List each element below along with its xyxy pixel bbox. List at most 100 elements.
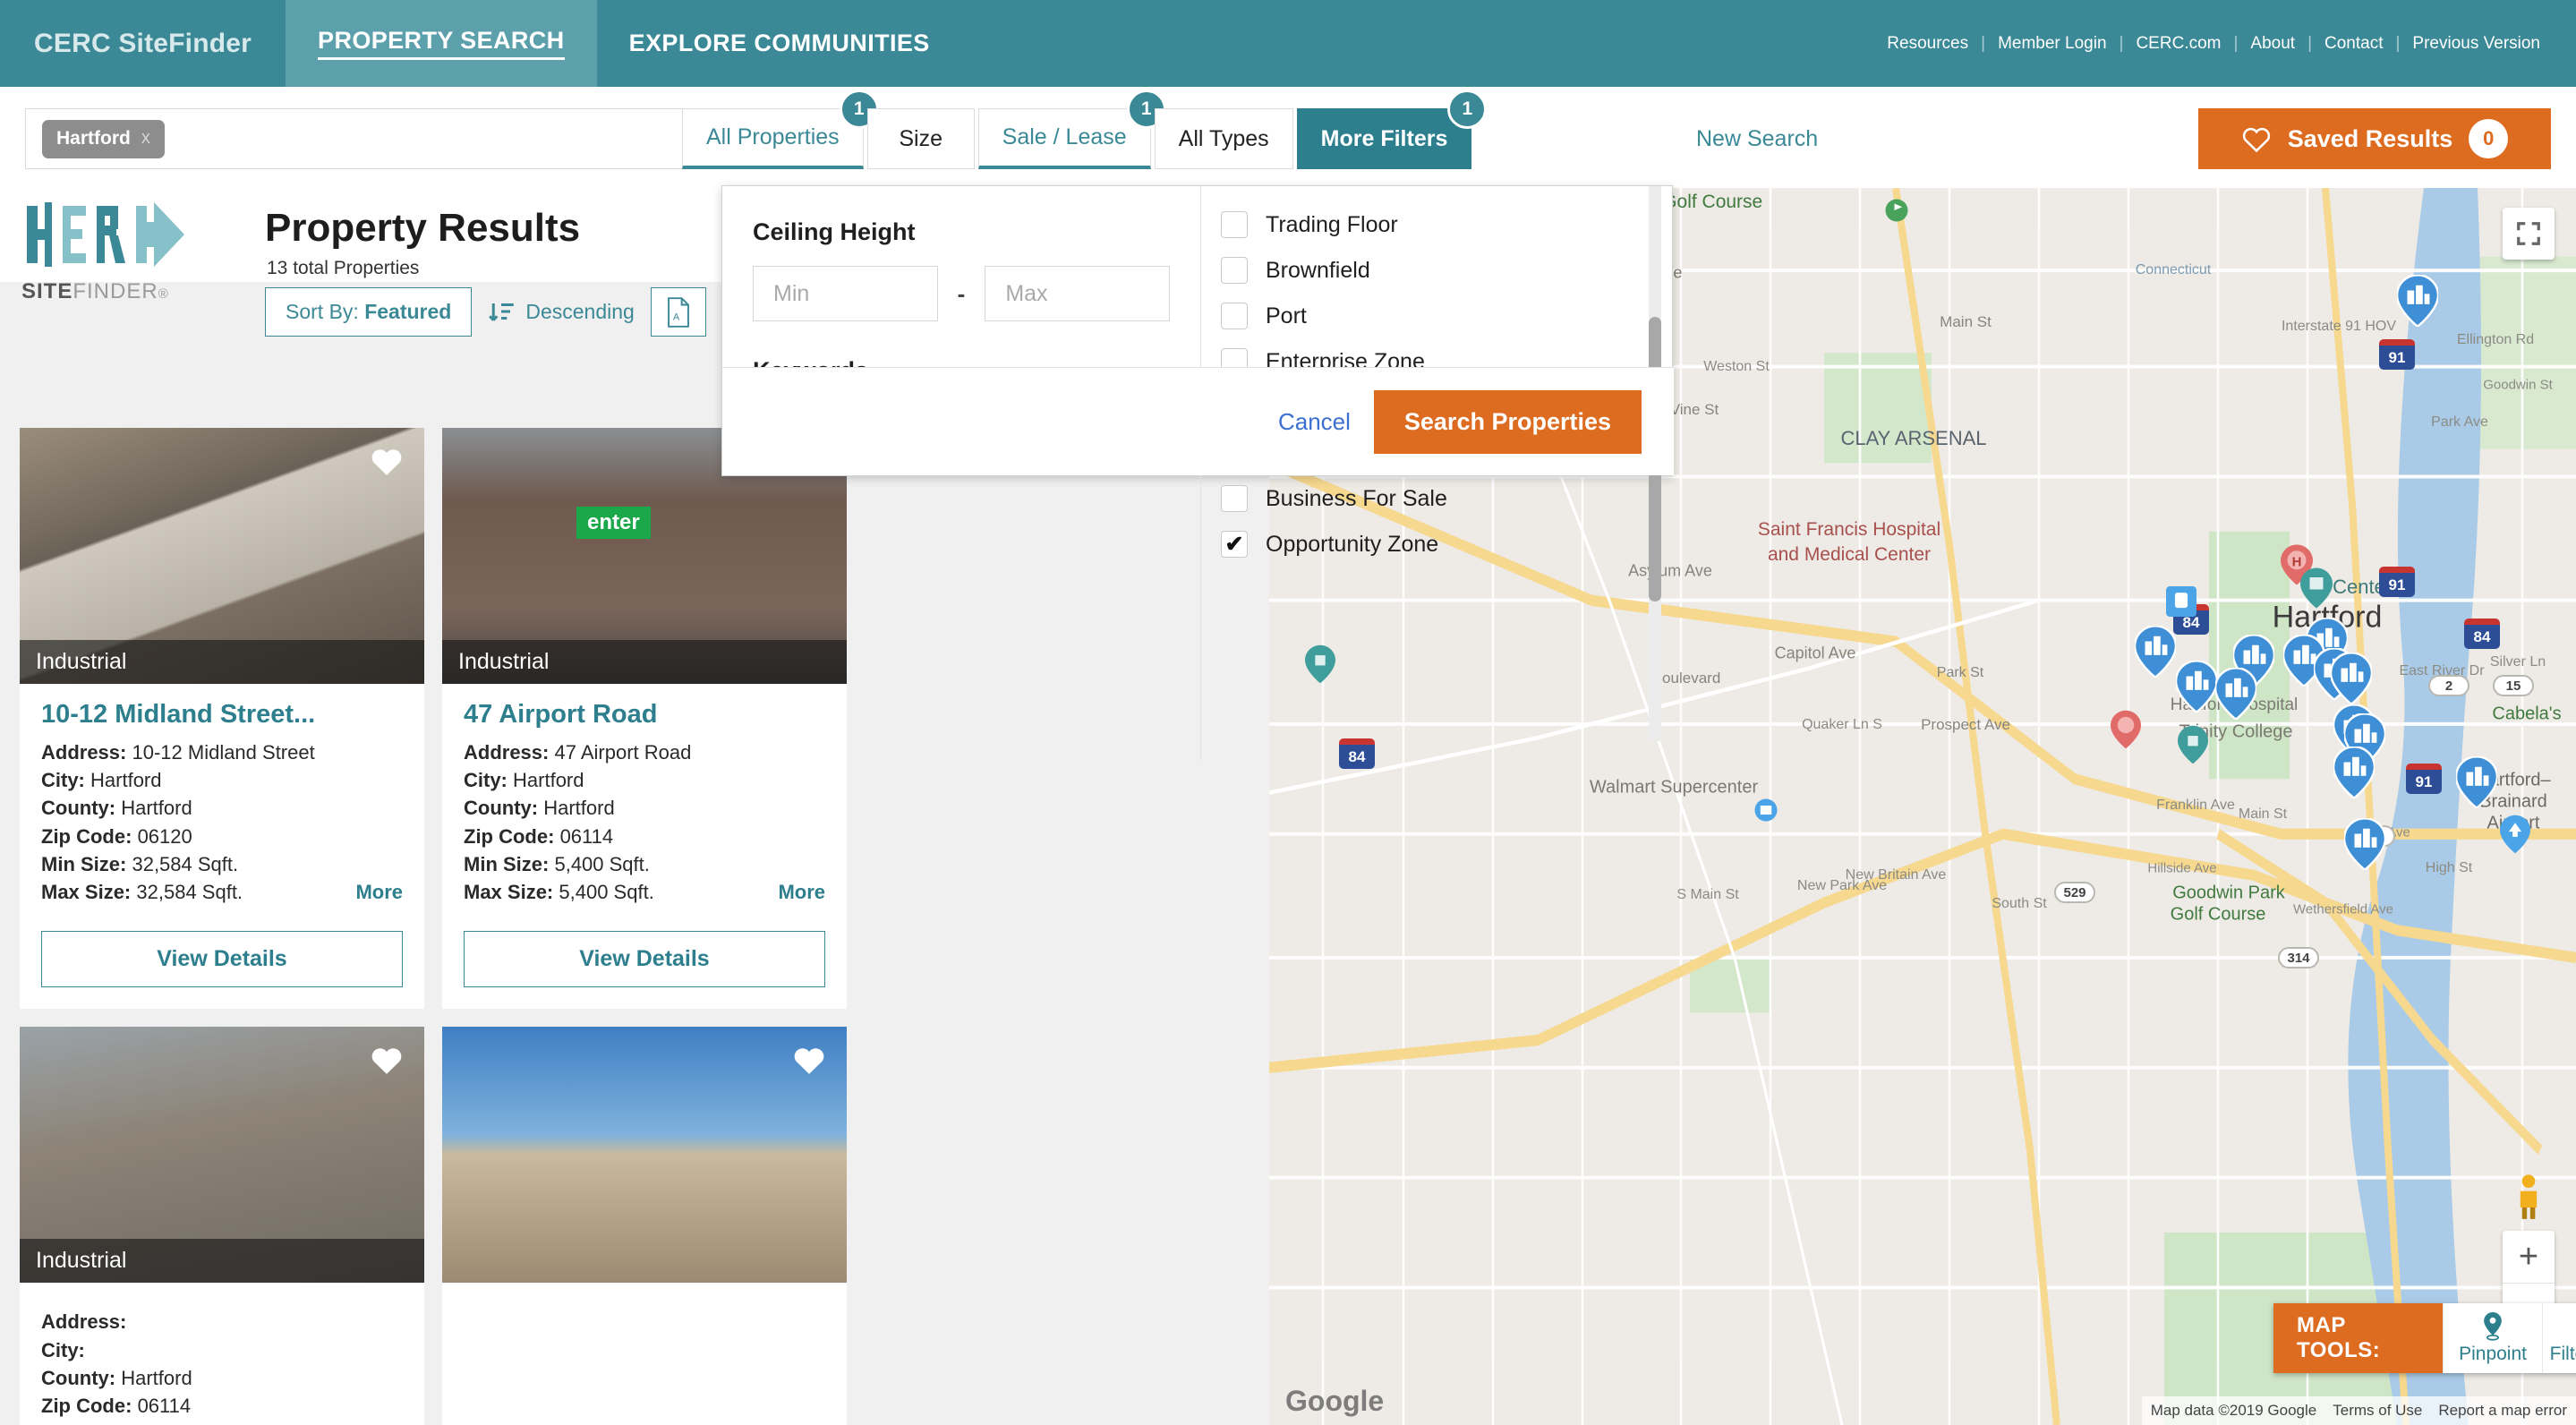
map-label: Park Ave bbox=[2431, 414, 2488, 430]
location-search-input[interactable]: Hartford x bbox=[25, 108, 691, 169]
nav-tab-property-search[interactable]: PROPERTY SEARCH bbox=[286, 0, 597, 87]
nav-link-resources[interactable]: Resources bbox=[1874, 34, 1981, 54]
view-details-button[interactable]: View Details bbox=[41, 931, 403, 988]
sort-by-button[interactable]: Sort By: Featured bbox=[265, 287, 473, 337]
property-map-pin[interactable] bbox=[2454, 755, 2499, 810]
filter-tab-sale-lease[interactable]: Sale / Lease 1 bbox=[977, 90, 1166, 169]
route-shield: 84 bbox=[2464, 619, 2500, 649]
property-address-row: Address: bbox=[41, 1308, 403, 1335]
property-card-body: Address: City: County: Hartford Zip Code… bbox=[20, 1283, 424, 1425]
ceiling-height-max-input[interactable]: Max bbox=[985, 266, 1170, 321]
property-map-pin[interactable] bbox=[2213, 667, 2258, 721]
cancel-button[interactable]: Cancel bbox=[1278, 408, 1351, 436]
nav-link-cerc-com[interactable]: CERC.com bbox=[2123, 34, 2233, 54]
map-tool-filter-area[interactable]: Filter Area bbox=[2542, 1303, 2576, 1373]
save-property-heart-icon[interactable] bbox=[791, 1043, 827, 1077]
zoom-in-button[interactable]: + bbox=[2503, 1231, 2555, 1283]
fullscreen-button[interactable] bbox=[2503, 208, 2555, 260]
logo-subtitle-reg: ® bbox=[158, 286, 169, 302]
property-min-size-row: Min Size: 14,205 Sqft. bbox=[41, 1420, 403, 1425]
shop-icon bbox=[1754, 798, 1778, 822]
property-image bbox=[442, 1027, 847, 1284]
property-map-pin[interactable] bbox=[2395, 274, 2440, 329]
property-map-pin[interactable] bbox=[2342, 817, 2387, 872]
property-pin-icon bbox=[2342, 817, 2387, 872]
saved-results-count: 0 bbox=[2469, 119, 2509, 158]
checkbox-brownfield[interactable]: Brownfield bbox=[1221, 257, 1672, 284]
close-icon[interactable]: x bbox=[141, 128, 150, 149]
checkbox-box[interactable]: ✔ bbox=[1221, 531, 1248, 558]
search-properties-button[interactable]: Search Properties bbox=[1373, 389, 1642, 454]
map-label: Vine St bbox=[1669, 401, 1719, 418]
map-label: Park St bbox=[1936, 665, 1984, 680]
checkbox-box[interactable] bbox=[1221, 485, 1248, 512]
property-more-link[interactable]: More bbox=[778, 878, 825, 906]
nav-link-about[interactable]: About bbox=[2238, 34, 2307, 54]
filter-tab-all-properties[interactable]: All Properties 1 bbox=[682, 90, 879, 169]
route-shield: 529 bbox=[2054, 882, 2095, 903]
view-details-button[interactable]: View Details bbox=[464, 931, 825, 988]
checkbox-business-for-sale[interactable]: Business For Sale bbox=[1221, 485, 1672, 512]
property-card[interactable] bbox=[442, 1027, 847, 1425]
property-title[interactable]: 10-12 Midland Street... bbox=[41, 700, 403, 730]
filter-tab-sale-lease-label: Sale / Lease bbox=[1002, 124, 1127, 149]
poi-marker-golf[interactable] bbox=[1883, 197, 1910, 224]
map-tool-pinpoint[interactable]: Pinpoint bbox=[2442, 1303, 2543, 1373]
export-pdf-button[interactable]: A bbox=[650, 287, 706, 337]
checkbox-trading-floor[interactable]: Trading Floor bbox=[1221, 211, 1672, 238]
poi-marker-xl-center[interactable] bbox=[2300, 567, 2333, 609]
save-property-heart-icon[interactable] bbox=[369, 444, 405, 478]
checkbox-box[interactable] bbox=[1221, 257, 1248, 284]
pdf-icon: A bbox=[667, 296, 689, 328]
map-tool-pinpoint-label: Pinpoint bbox=[2459, 1343, 2527, 1364]
property-map-pin[interactable] bbox=[2133, 625, 2178, 679]
map-label: CLAY ARSENAL bbox=[1840, 427, 1987, 449]
nav-link-contact[interactable]: Contact bbox=[2312, 34, 2395, 54]
checkbox-box[interactable] bbox=[1221, 211, 1248, 238]
filter-tab-size[interactable]: Size bbox=[866, 108, 975, 169]
report-map-error-link[interactable]: Report a map error bbox=[2438, 1402, 2567, 1420]
location-chip-hartford[interactable]: Hartford x bbox=[42, 119, 165, 158]
checkbox-box[interactable] bbox=[1221, 303, 1248, 329]
poi-marker-hartford-hospital[interactable] bbox=[2111, 710, 2141, 749]
new-search-button[interactable]: New Search bbox=[1696, 108, 1818, 169]
property-map-pin[interactable] bbox=[2174, 660, 2219, 714]
map-label: Cabela's bbox=[2492, 704, 2562, 724]
property-map-pin[interactable] bbox=[2332, 746, 2376, 800]
nav-link-previous-version[interactable]: Previous Version bbox=[2400, 34, 2553, 54]
sort-direction-button[interactable]: Descending bbox=[488, 287, 635, 337]
poi-marker-trinity-college[interactable] bbox=[2178, 725, 2208, 764]
property-address-label: Address: bbox=[41, 741, 127, 764]
sort-by-value: Featured bbox=[364, 300, 452, 323]
map-attribution: Map data ©2019 Google Terms of Use Repor… bbox=[2141, 1396, 2576, 1425]
property-map-pin[interactable] bbox=[2329, 652, 2374, 706]
street-view-pegman[interactable] bbox=[2503, 1167, 2555, 1228]
property-city-value: Hartford bbox=[90, 769, 162, 792]
property-pin-icon bbox=[2133, 625, 2178, 679]
terms-of-use-link[interactable]: Terms of Use bbox=[2333, 1402, 2422, 1420]
property-more-link[interactable]: More bbox=[355, 878, 403, 906]
poi-marker-walmart[interactable] bbox=[1753, 797, 1779, 823]
golf-icon bbox=[1885, 199, 1908, 222]
nav-tab-explore-communities[interactable]: EXPLORE COMMUNITIES bbox=[597, 0, 962, 87]
route-shield: 91 bbox=[2406, 764, 2442, 794]
nav-utility-links: Resources | Member Login | CERC.com | About… bbox=[1874, 0, 2576, 87]
checkbox-port[interactable]: Port bbox=[1221, 303, 1672, 329]
saved-results-button[interactable]: Saved Results 0 bbox=[2198, 108, 2551, 169]
nav-link-member-login[interactable]: Member Login bbox=[1985, 34, 2119, 54]
ceiling-height-min-input[interactable]: Min bbox=[753, 266, 938, 321]
checkbox-opportunity-zone[interactable]: ✔ Opportunity Zone bbox=[1221, 531, 1672, 558]
property-zip-value: 06120 bbox=[137, 824, 192, 848]
property-card[interactable]: Industrial Address: City: County: Hartfo… bbox=[20, 1027, 424, 1425]
filter-tab-more-filters[interactable]: More Filters 1 bbox=[1296, 90, 1488, 169]
poi-marker-transit[interactable] bbox=[2166, 586, 2196, 617]
property-city-label: City: bbox=[464, 769, 508, 792]
map-label: S Main St bbox=[1676, 887, 1739, 902]
filter-tab-all-types[interactable]: All Types bbox=[1154, 108, 1293, 169]
save-property-heart-icon[interactable] bbox=[369, 1043, 405, 1077]
map-label: Hillside Ave bbox=[2147, 860, 2217, 876]
property-card[interactable]: Industrial 10-12 Midland Street... Addre… bbox=[20, 428, 424, 1010]
poi-marker-airport[interactable] bbox=[2500, 815, 2530, 854]
map-pin-icon bbox=[2484, 1311, 2502, 1341]
filter-tab-more-filters-label: More Filters bbox=[1320, 125, 1448, 151]
